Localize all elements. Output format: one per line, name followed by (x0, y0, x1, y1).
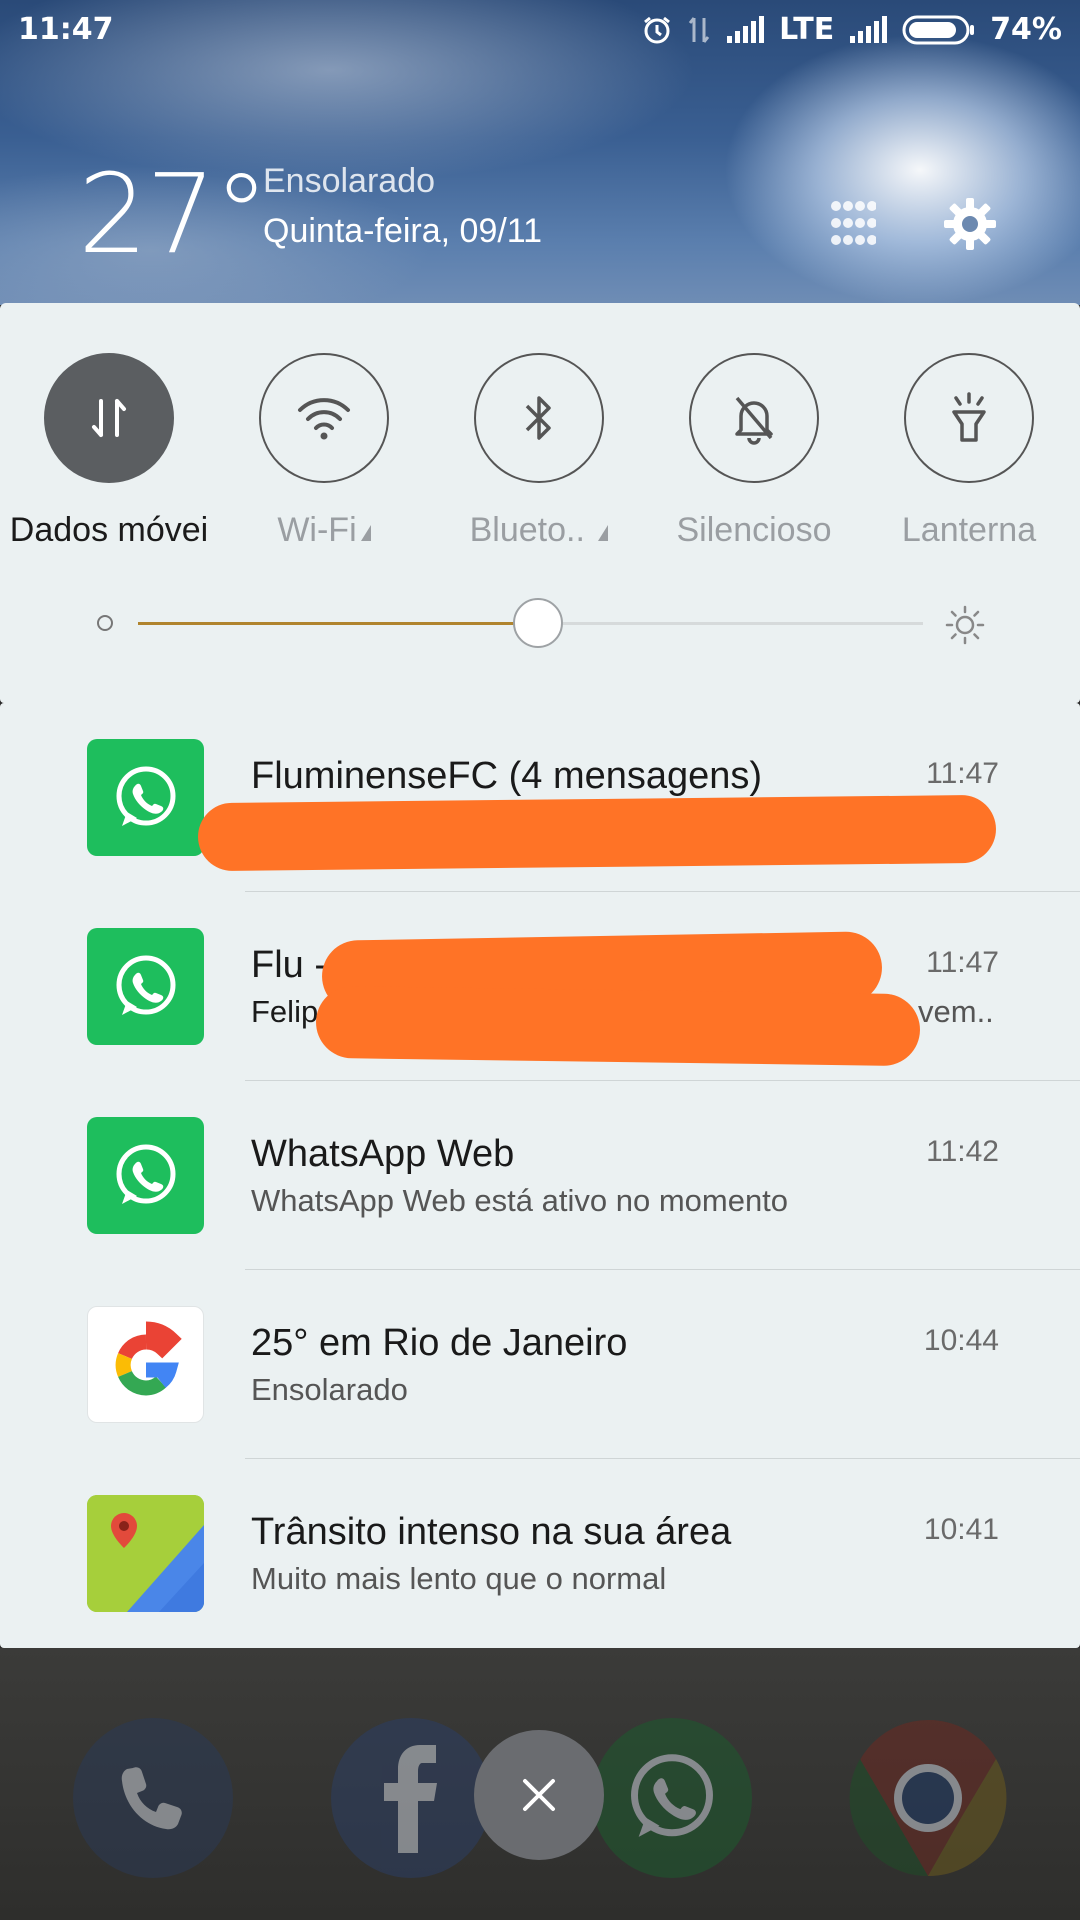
network-type: LTE (779, 12, 835, 47)
whatsapp-icon (87, 739, 204, 856)
toggle-label: Wi-Fi (277, 511, 357, 549)
notification-item[interactable]: Trânsito intenso na sua área Muito mais … (0, 1459, 1080, 1648)
google-icon (87, 1306, 204, 1423)
redaction-mark (315, 985, 921, 1067)
data-transfer-icon (687, 14, 711, 46)
grid-toggle-icon[interactable] (830, 200, 877, 251)
toggle-label: Dados móvei (9, 511, 209, 549)
whatsapp-icon (87, 1117, 204, 1234)
status-time: 11:47 (18, 12, 114, 47)
alarm-icon (641, 14, 673, 46)
brightness-low-icon (97, 615, 113, 631)
toggle-label: Lanterna (901, 511, 1037, 549)
facebook-icon (331, 1718, 491, 1878)
notification-title: Trânsito intenso na sua área (251, 1511, 732, 1553)
chrome-icon (848, 1718, 1008, 1878)
redaction-mark (197, 794, 997, 872)
status-bar: 11:47 LTE 74% (0, 0, 1080, 60)
bell-off-icon (689, 353, 819, 483)
wifi-icon (259, 353, 389, 483)
notification-time: 11:47 (926, 757, 999, 790)
notification-trailing-text: vem.. (918, 994, 994, 1029)
notification-item[interactable]: WhatsApp Web WhatsApp Web está ativo no … (0, 1081, 1080, 1270)
weather-condition: Ensolarado (263, 162, 436, 200)
notification-subtitle: WhatsApp Web está ativo no momento (251, 1183, 789, 1218)
whatsapp-icon (87, 928, 204, 1045)
signal-icon-2 (848, 15, 888, 44)
home-dock (0, 1648, 1080, 1920)
notification-item[interactable]: Flu - Felip vem.. 11:47 (0, 892, 1080, 1081)
maps-icon (87, 1495, 204, 1612)
brightness-knob[interactable] (513, 598, 564, 648)
notification-subtitle: Felip (251, 994, 319, 1029)
battery-icon (902, 14, 976, 46)
expand-triangle-icon (360, 525, 371, 541)
flashlight-icon (904, 353, 1034, 483)
phone-icon (73, 1718, 233, 1878)
quick-settings-panel: Dados móvei Wi-Fi Blueto.. Silencioso La… (0, 303, 1080, 703)
brightness-track[interactable] (138, 598, 923, 648)
notification-title: 25° em Rio de Janeiro (251, 1322, 628, 1364)
toggle-wifi[interactable]: Wi-Fi (219, 353, 429, 550)
close-shade-button[interactable] (474, 1730, 604, 1860)
notification-title: WhatsApp Web (251, 1133, 515, 1175)
notification-item[interactable]: FluminenseFC (4 mensagens) 11:47 (0, 703, 1080, 892)
toggle-bluetooth[interactable]: Blueto.. (434, 353, 644, 550)
battery-percent: 74% (990, 12, 1062, 47)
toggle-mobile-data[interactable]: Dados móvei (4, 353, 214, 550)
notification-time: 11:47 (926, 946, 999, 979)
toggle-label: Silencioso (676, 511, 832, 549)
brightness-slider[interactable] (0, 598, 1080, 648)
notification-list: FluminenseFC (4 mensagens) 11:47 Flu - F… (0, 703, 1080, 1648)
whatsapp-dock-icon (592, 1718, 752, 1878)
notification-time: 10:41 (923, 1513, 999, 1546)
toggle-flashlight[interactable]: Lanterna (864, 353, 1074, 550)
mobile-data-icon (44, 353, 174, 483)
notification-item[interactable]: 25° em Rio de Janeiro Ensolarado 10:44 (0, 1270, 1080, 1459)
toggle-silent[interactable]: Silencioso (649, 353, 859, 550)
settings-gear-icon[interactable] (942, 196, 998, 257)
notification-shade-header: 11:47 LTE 74% 27° Ensolarado Quinta-feir… (0, 0, 1080, 305)
notification-title: Flu - (251, 944, 327, 986)
notification-title: FluminenseFC (4 mensagens) (251, 755, 763, 797)
notification-time: 11:42 (926, 1135, 999, 1168)
notification-subtitle: Ensolarado (251, 1372, 408, 1407)
notification-subtitle: Muito mais lento que o normal (251, 1561, 667, 1596)
brightness-high-icon (945, 605, 985, 650)
expand-triangle-icon (598, 525, 609, 541)
close-icon (523, 1779, 555, 1811)
toggle-label: Blueto.. (469, 511, 585, 549)
weather-temperature[interactable]: 27° (78, 150, 269, 278)
bluetooth-icon (474, 353, 604, 483)
signal-icon (725, 15, 765, 44)
weather-date: Quinta-feira, 09/11 (263, 212, 543, 250)
brightness-fill (138, 622, 539, 625)
notification-time: 10:44 (923, 1324, 999, 1357)
